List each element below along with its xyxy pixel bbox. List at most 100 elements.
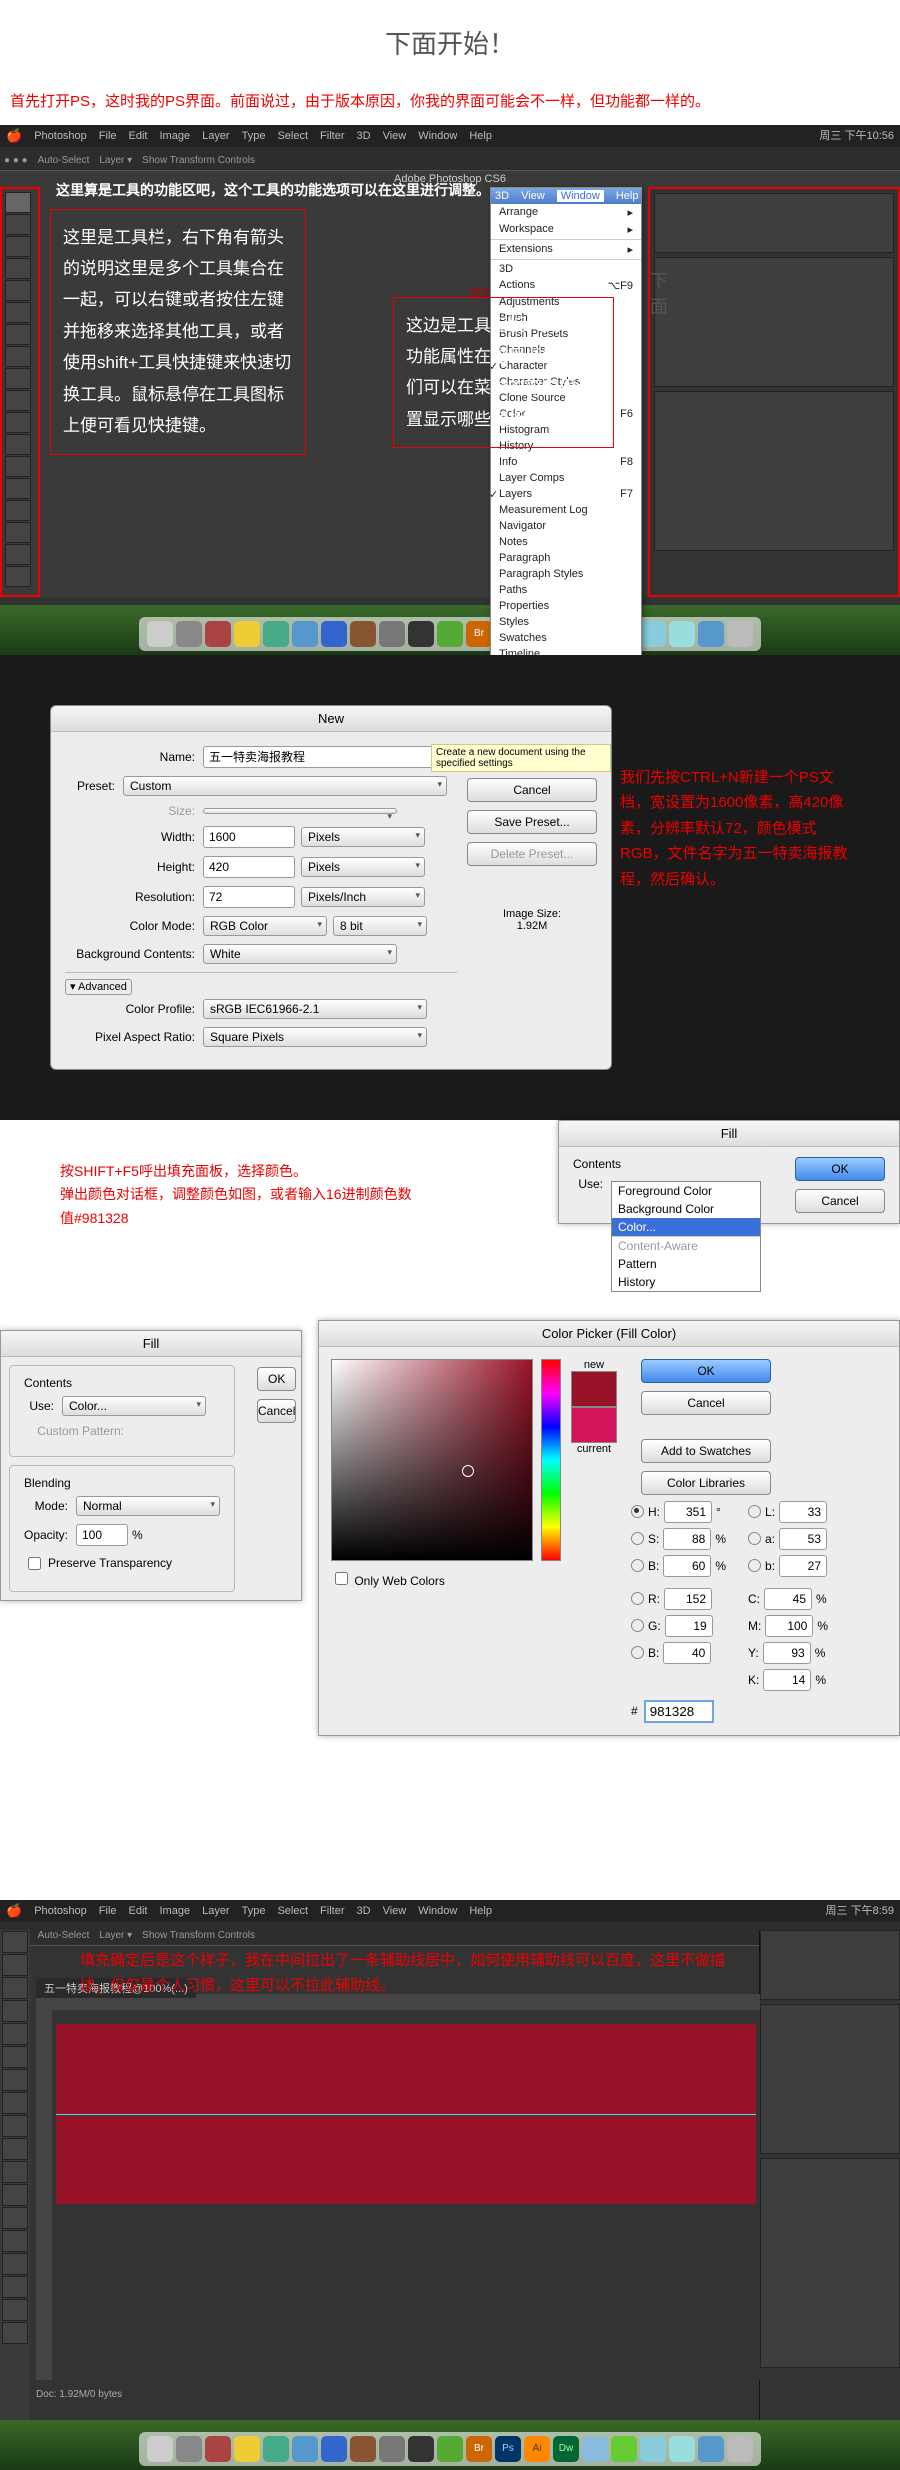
tool-eraser[interactable] <box>5 412 31 433</box>
wm-arrange[interactable]: Arrange▸ <box>491 204 641 221</box>
wm-layer-comps[interactable]: Layer Comps <box>491 470 641 486</box>
s-input[interactable] <box>663 1528 711 1550</box>
tool-gradient[interactable] <box>5 434 31 455</box>
wm-paths[interactable]: Paths <box>491 582 641 598</box>
name-input[interactable] <box>203 746 435 768</box>
g-radio[interactable] <box>631 1619 644 1632</box>
h-input[interactable] <box>664 1501 712 1523</box>
menu-3d[interactable]: 3D <box>357 130 371 142</box>
k-input[interactable] <box>763 1669 811 1691</box>
tool-crop[interactable] <box>5 280 31 301</box>
height-unit[interactable]: Pixels <box>301 857 425 877</box>
tool-pen[interactable] <box>5 500 31 521</box>
hue-slider[interactable] <box>541 1359 561 1561</box>
dock-trash-icon[interactable] <box>727 621 753 647</box>
h-radio[interactable] <box>631 1505 644 1518</box>
tool-heal[interactable] <box>5 324 31 345</box>
save-preset-button[interactable]: Save Preset... <box>467 810 597 834</box>
bl-input[interactable] <box>663 1642 711 1664</box>
l-input[interactable] <box>779 1501 827 1523</box>
opt-history[interactable]: History <box>612 1273 760 1291</box>
menu-window[interactable]: Window <box>418 130 457 142</box>
menu-photoshop[interactable]: Photoshop <box>34 130 87 142</box>
tool-path[interactable] <box>5 544 31 565</box>
r-input[interactable] <box>664 1588 712 1610</box>
tool-type[interactable] <box>5 522 31 543</box>
opacity-input[interactable] <box>76 1524 128 1546</box>
hex-input[interactable] <box>644 1700 714 1723</box>
wmh-help[interactable]: Help <box>616 190 639 202</box>
advanced-toggle[interactable]: ▾ Advanced <box>65 979 132 995</box>
mode-select[interactable]: RGB Color <box>203 916 327 936</box>
wmh-view[interactable]: View <box>521 190 545 202</box>
wm-measurement[interactable]: Measurement Log <box>491 502 641 518</box>
tool-history-brush[interactable] <box>5 390 31 411</box>
a-input[interactable] <box>779 1528 827 1550</box>
wmh-window[interactable]: Window <box>557 190 604 202</box>
ruler-vertical[interactable] <box>36 2010 52 2380</box>
tool-stamp[interactable] <box>5 368 31 389</box>
lb-radio[interactable] <box>748 1559 761 1572</box>
lb-input[interactable] <box>779 1555 827 1577</box>
r-radio[interactable] <box>631 1592 644 1605</box>
preserve-check[interactable] <box>28 1557 41 1570</box>
tool-move[interactable] <box>5 192 31 213</box>
wm-info[interactable]: InfoF8 <box>491 454 641 470</box>
sv-cursor[interactable] <box>462 1465 474 1477</box>
b-radio[interactable] <box>631 1559 644 1572</box>
dock-icon[interactable] <box>669 621 695 647</box>
wm-paragraph[interactable]: Paragraph <box>491 550 641 566</box>
bg-select[interactable]: White <box>203 944 397 964</box>
add-swatch-button[interactable]: Add to Swatches <box>641 1439 771 1463</box>
bl-radio[interactable] <box>631 1646 644 1659</box>
wm-navigator[interactable]: Navigator <box>491 518 641 534</box>
fill1-cancel[interactable]: Cancel <box>795 1189 885 1213</box>
menu-edit[interactable]: Edit <box>129 130 148 142</box>
dock-icon[interactable] <box>437 621 463 647</box>
menu-select[interactable]: Select <box>277 130 308 142</box>
wm-extensions[interactable]: Extensions▸ <box>491 241 641 258</box>
width-input[interactable] <box>203 826 295 848</box>
menu-help[interactable]: Help <box>469 130 492 142</box>
tool-marquee[interactable] <box>5 214 31 235</box>
c-input[interactable] <box>764 1588 812 1610</box>
fill2-ok[interactable]: OK <box>257 1367 296 1391</box>
m-input[interactable] <box>765 1615 813 1637</box>
menu-photoshop[interactable]: Photoshop <box>34 1905 87 1917</box>
color-libs-button[interactable]: Color Libraries <box>641 1471 771 1495</box>
y-input[interactable] <box>763 1642 811 1664</box>
menu-filter[interactable]: Filter <box>320 130 344 142</box>
tool-eyedropper[interactable] <box>5 302 31 323</box>
dock-icon[interactable] <box>640 621 666 647</box>
preset-select[interactable]: Custom <box>123 776 447 796</box>
dock-icon[interactable] <box>292 621 318 647</box>
width-unit[interactable]: Pixels <box>301 827 425 847</box>
a-radio[interactable] <box>748 1532 761 1545</box>
opt-color[interactable]: Color... <box>612 1218 760 1236</box>
tool-dodge[interactable] <box>5 478 31 499</box>
opt-pattern[interactable]: Pattern <box>612 1255 760 1273</box>
menu-layer[interactable]: Layer <box>202 130 230 142</box>
par-select[interactable]: Square Pixels <box>203 1027 427 1047</box>
dock-icon[interactable] <box>408 621 434 647</box>
profile-select[interactable]: sRGB IEC61966-2.1 <box>203 999 427 1019</box>
dock-br-icon[interactable]: Br <box>466 621 492 647</box>
cancel-button[interactable]: Cancel <box>467 778 597 802</box>
tool-brush[interactable] <box>5 346 31 367</box>
dock-finder-icon[interactable] <box>147 621 173 647</box>
mode-select-2[interactable]: Normal <box>76 1496 220 1516</box>
only-web-check[interactable] <box>335 1572 348 1585</box>
wmh-3d[interactable]: 3D <box>495 190 509 202</box>
dock-icon[interactable] <box>379 621 405 647</box>
picker-ok[interactable]: OK <box>641 1359 771 1383</box>
dock-icon[interactable] <box>263 621 289 647</box>
l-radio[interactable] <box>748 1505 761 1518</box>
dock-icon[interactable] <box>350 621 376 647</box>
b-input[interactable] <box>663 1555 711 1577</box>
dock-icon[interactable] <box>321 621 347 647</box>
tool-wand[interactable] <box>5 258 31 279</box>
picker-cancel[interactable]: Cancel <box>641 1391 771 1415</box>
wm-para-styles[interactable]: Paragraph Styles <box>491 566 641 582</box>
saturation-value-box[interactable] <box>331 1359 533 1561</box>
fill1-ok[interactable]: OK <box>795 1157 885 1181</box>
